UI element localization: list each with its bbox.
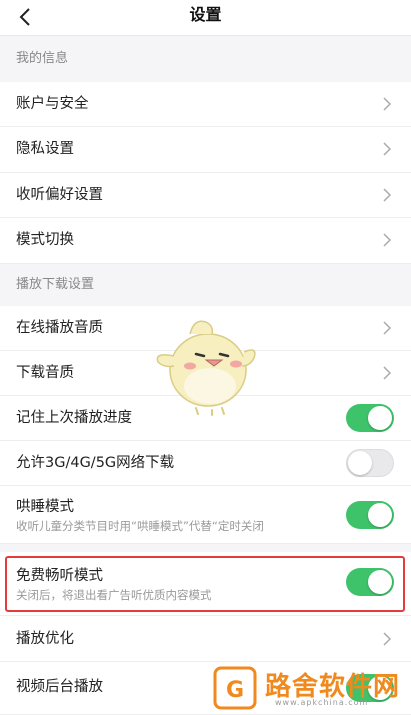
row-sleep-mode: 哄睡模式 收听儿童分类节目时用“哄睡模式”代替“定时关闭	[0, 486, 411, 544]
watermark: G 路舍软件网 www.apkchina.com	[205, 662, 411, 715]
chevron-right-icon	[383, 142, 391, 156]
row-description: 收听儿童分类节目时用“哄睡模式”代替“定时关闭	[16, 519, 264, 533]
row-label: 账户与安全	[16, 96, 89, 112]
chevron-right-icon	[383, 321, 391, 335]
section-header-my-info: 我的信息	[0, 36, 411, 82]
sleep-mode-toggle[interactable]	[346, 501, 394, 529]
remember-progress-toggle[interactable]	[346, 404, 394, 432]
row-label: 收听偏好设置	[16, 187, 103, 203]
row-description: 关闭后，将退出看广告听优质内容模式	[16, 588, 212, 602]
free-mode-toggle[interactable]	[346, 568, 394, 596]
network-download-toggle[interactable]	[346, 449, 394, 477]
section-header-playback: 播放下载设置	[0, 264, 411, 306]
chevron-right-icon	[383, 632, 391, 646]
row-label: 播放优化	[16, 631, 74, 647]
toggle-knob	[368, 503, 392, 527]
row-label: 隐私设置	[16, 141, 74, 157]
toggle-knob	[348, 451, 372, 475]
row-label: 允许3G/4G/5G网络下载	[16, 455, 175, 471]
row-label: 模式切换	[16, 232, 74, 248]
row-privacy[interactable]: 隐私设置	[0, 127, 411, 173]
watermark-url: www.apkchina.com	[275, 698, 369, 707]
watermark-logo: G	[213, 666, 257, 710]
chevron-right-icon	[383, 97, 391, 111]
row-account-security[interactable]: 账户与安全	[0, 82, 411, 127]
mascot-chick-illustration	[156, 320, 256, 416]
toggle-knob	[368, 406, 392, 430]
chevron-right-icon	[383, 233, 391, 247]
row-network-download: 允许3G/4G/5G网络下载	[0, 441, 411, 486]
row-label: 哄睡模式	[16, 499, 74, 515]
row-label: 下载音质	[16, 365, 74, 381]
row-mode-switch[interactable]: 模式切换	[0, 218, 411, 264]
chevron-right-icon	[383, 366, 391, 380]
page-title: 设置	[189, 5, 222, 24]
row-label: 记住上次播放进度	[16, 410, 132, 426]
toggle-knob	[368, 570, 392, 594]
row-label: 在线播放音质	[16, 320, 103, 336]
svg-text:G: G	[226, 678, 244, 703]
row-listening-preference[interactable]: 收听偏好设置	[0, 173, 411, 218]
row-free-listening-mode: 免费畅听模式 关闭后，将退出看广告听优质内容模式	[0, 552, 411, 616]
row-label: 免费畅听模式	[16, 568, 103, 584]
row-playback-optimization[interactable]: 播放优化	[0, 616, 411, 662]
chevron-right-icon	[383, 188, 391, 202]
nav-bar: 设置	[0, 0, 411, 36]
row-label: 视频后台播放	[16, 679, 103, 695]
